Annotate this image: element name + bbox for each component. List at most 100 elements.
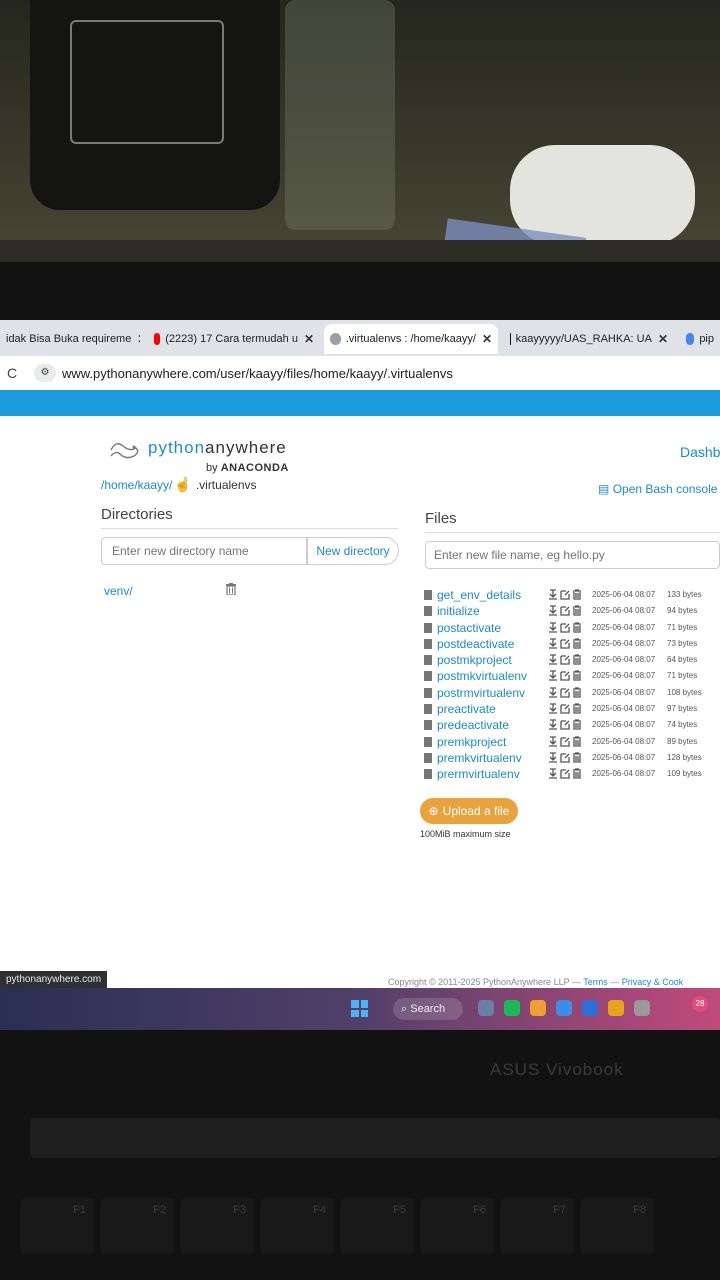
- directory-item[interactable]: venv/: [104, 584, 133, 598]
- delete-trash-icon[interactable]: [572, 736, 582, 747]
- function-key-label: F3: [233, 1204, 246, 1216]
- taskbar-app-icon[interactable]: [608, 1000, 624, 1016]
- site-settings-icon[interactable]: ⚙: [34, 364, 56, 382]
- edit-icon[interactable]: [560, 736, 570, 747]
- tab-close-icon[interactable]: ✕: [298, 332, 314, 346]
- download-icon[interactable]: [548, 719, 558, 731]
- file-name-link[interactable]: initialize: [437, 604, 480, 618]
- file-row: postrmvirtualenv 2025-06-04 08:07 108 byte…: [424, 686, 720, 702]
- new-directory-input[interactable]: [101, 537, 307, 565]
- taskbar-search[interactable]: ⌕ Search: [393, 998, 463, 1020]
- url-field[interactable]: www.pythonanywhere.com/user/kaayy/files/…: [62, 366, 453, 381]
- logo-python: python: [148, 438, 206, 457]
- file-name-link[interactable]: premkproject: [437, 735, 506, 749]
- edit-icon[interactable]: [560, 687, 570, 698]
- upload-file-button[interactable]: ⊕ Upload a file: [420, 798, 518, 824]
- download-icon[interactable]: [548, 687, 558, 698]
- edit-icon[interactable]: [560, 768, 570, 779]
- logo-by: by: [206, 462, 218, 474]
- file-name-link[interactable]: preactivate: [437, 702, 496, 716]
- browser-tab[interactable]: idak Bisa Buka requireme ✕: [0, 324, 140, 354]
- logo-by-anaconda: by ANACONDA: [206, 462, 289, 474]
- file-actions: [548, 736, 582, 747]
- download-icon[interactable]: [548, 638, 558, 649]
- file-name-link[interactable]: prermvirtualenv: [437, 767, 520, 781]
- delete-trash-icon[interactable]: [572, 752, 582, 763]
- upload-size-note: 100MiB maximum size: [420, 829, 511, 839]
- file-size: 108 bytes: [667, 687, 702, 697]
- breadcrumb-home[interactable]: /home/kaayy/: [101, 478, 172, 492]
- file-name-link[interactable]: postrmvirtualenv: [437, 686, 525, 700]
- taskbar-app-icon[interactable]: [530, 1000, 546, 1016]
- delete-trash-icon[interactable]: [572, 703, 582, 714]
- delete-trash-icon[interactable]: [572, 621, 582, 633]
- notification-badge[interactable]: 28: [692, 996, 708, 1012]
- browser-tab[interactable]: pip: [680, 324, 720, 354]
- taskbar-app-icon[interactable]: [582, 1000, 598, 1016]
- download-icon[interactable]: [548, 605, 558, 616]
- file-name-link[interactable]: postdeactivate: [437, 637, 514, 651]
- taskbar-app-icon[interactable]: [634, 1000, 650, 1016]
- browser-tab[interactable]: kaayyyyy/UAS_RAHKA: UA ✕: [504, 324, 674, 354]
- edit-icon[interactable]: [560, 622, 570, 633]
- delete-trash-icon[interactable]: [572, 670, 582, 682]
- windows-start-icon[interactable]: [351, 1000, 368, 1017]
- browser-tab-active[interactable]: .virtualenvs : /home/kaayy/ ✕: [324, 324, 498, 354]
- reload-icon[interactable]: C: [0, 365, 24, 381]
- new-directory-button[interactable]: New directory: [307, 537, 399, 565]
- download-icon[interactable]: [548, 654, 558, 665]
- dashboard-link[interactable]: Dashb: [680, 444, 720, 460]
- google-icon: [686, 333, 695, 345]
- delete-trash-icon[interactable]: [572, 638, 582, 649]
- file-row: postmkvirtualenv 2025-06-04 08:07 71 bytes: [424, 669, 720, 685]
- taskbar-app-icon[interactable]: [556, 1000, 572, 1016]
- delete-trash-icon[interactable]: [572, 654, 582, 665]
- delete-trash-icon[interactable]: [572, 605, 582, 616]
- file-date: 2025-06-04 08:07: [592, 736, 656, 746]
- file-name-link[interactable]: get_env_details: [437, 588, 521, 602]
- delete-trash-icon[interactable]: [572, 768, 582, 779]
- tab-close-icon[interactable]: ✕: [652, 332, 668, 346]
- new-file-input[interactable]: [425, 541, 720, 569]
- edit-icon[interactable]: [560, 703, 570, 714]
- file-name-link[interactable]: postmkvirtualenv: [437, 669, 527, 683]
- file-date: 2025-06-04 08:07: [592, 687, 656, 697]
- edit-icon[interactable]: [560, 752, 570, 763]
- delete-trash-icon[interactable]: [572, 687, 582, 698]
- download-icon[interactable]: [548, 768, 558, 779]
- file-name-link[interactable]: postactivate: [437, 621, 501, 635]
- breadcrumb-current: .virtualenvs: [195, 477, 257, 492]
- edit-icon[interactable]: [560, 589, 570, 600]
- download-icon[interactable]: [548, 736, 558, 747]
- taskbar-apps: [478, 1000, 650, 1016]
- download-icon[interactable]: [548, 589, 558, 600]
- delete-directory-trash-icon[interactable]: [226, 583, 236, 595]
- file-name-link[interactable]: premkvirtualenv: [437, 751, 522, 765]
- tab-close-icon[interactable]: ✕: [131, 332, 140, 346]
- edit-icon[interactable]: [560, 605, 570, 616]
- terms-link[interactable]: Terms: [583, 977, 608, 987]
- open-bash-console-link[interactable]: ▤ Open Bash console h: [598, 482, 720, 496]
- taskbar-app-icon[interactable]: [504, 1000, 520, 1016]
- edit-icon[interactable]: [560, 719, 570, 731]
- function-key-label: F5: [393, 1204, 406, 1216]
- file-name-link[interactable]: postmkproject: [437, 653, 512, 667]
- delete-trash-icon[interactable]: [572, 589, 582, 600]
- edit-icon[interactable]: [560, 638, 570, 649]
- download-icon[interactable]: [548, 621, 558, 633]
- taskbar-app-icon[interactable]: [478, 1000, 494, 1016]
- download-icon[interactable]: [548, 703, 558, 714]
- edit-icon[interactable]: [560, 670, 570, 682]
- file-date: 2025-06-04 08:07: [592, 655, 656, 665]
- tab-close-icon[interactable]: ✕: [476, 332, 492, 346]
- download-icon[interactable]: [548, 670, 558, 682]
- edit-icon[interactable]: [560, 654, 570, 665]
- delete-trash-icon[interactable]: [572, 719, 582, 731]
- bash-link-label: Open Bash console h: [612, 482, 720, 496]
- browser-tab[interactable]: (2223) 17 Cara termudah u ✕: [148, 324, 320, 354]
- tab-title: idak Bisa Buka requireme: [6, 333, 132, 345]
- download-icon[interactable]: [548, 752, 558, 763]
- file-name-link[interactable]: predeactivate: [437, 718, 509, 732]
- privacy-link[interactable]: Privacy & Cook: [622, 977, 684, 987]
- file-actions: [548, 719, 582, 731]
